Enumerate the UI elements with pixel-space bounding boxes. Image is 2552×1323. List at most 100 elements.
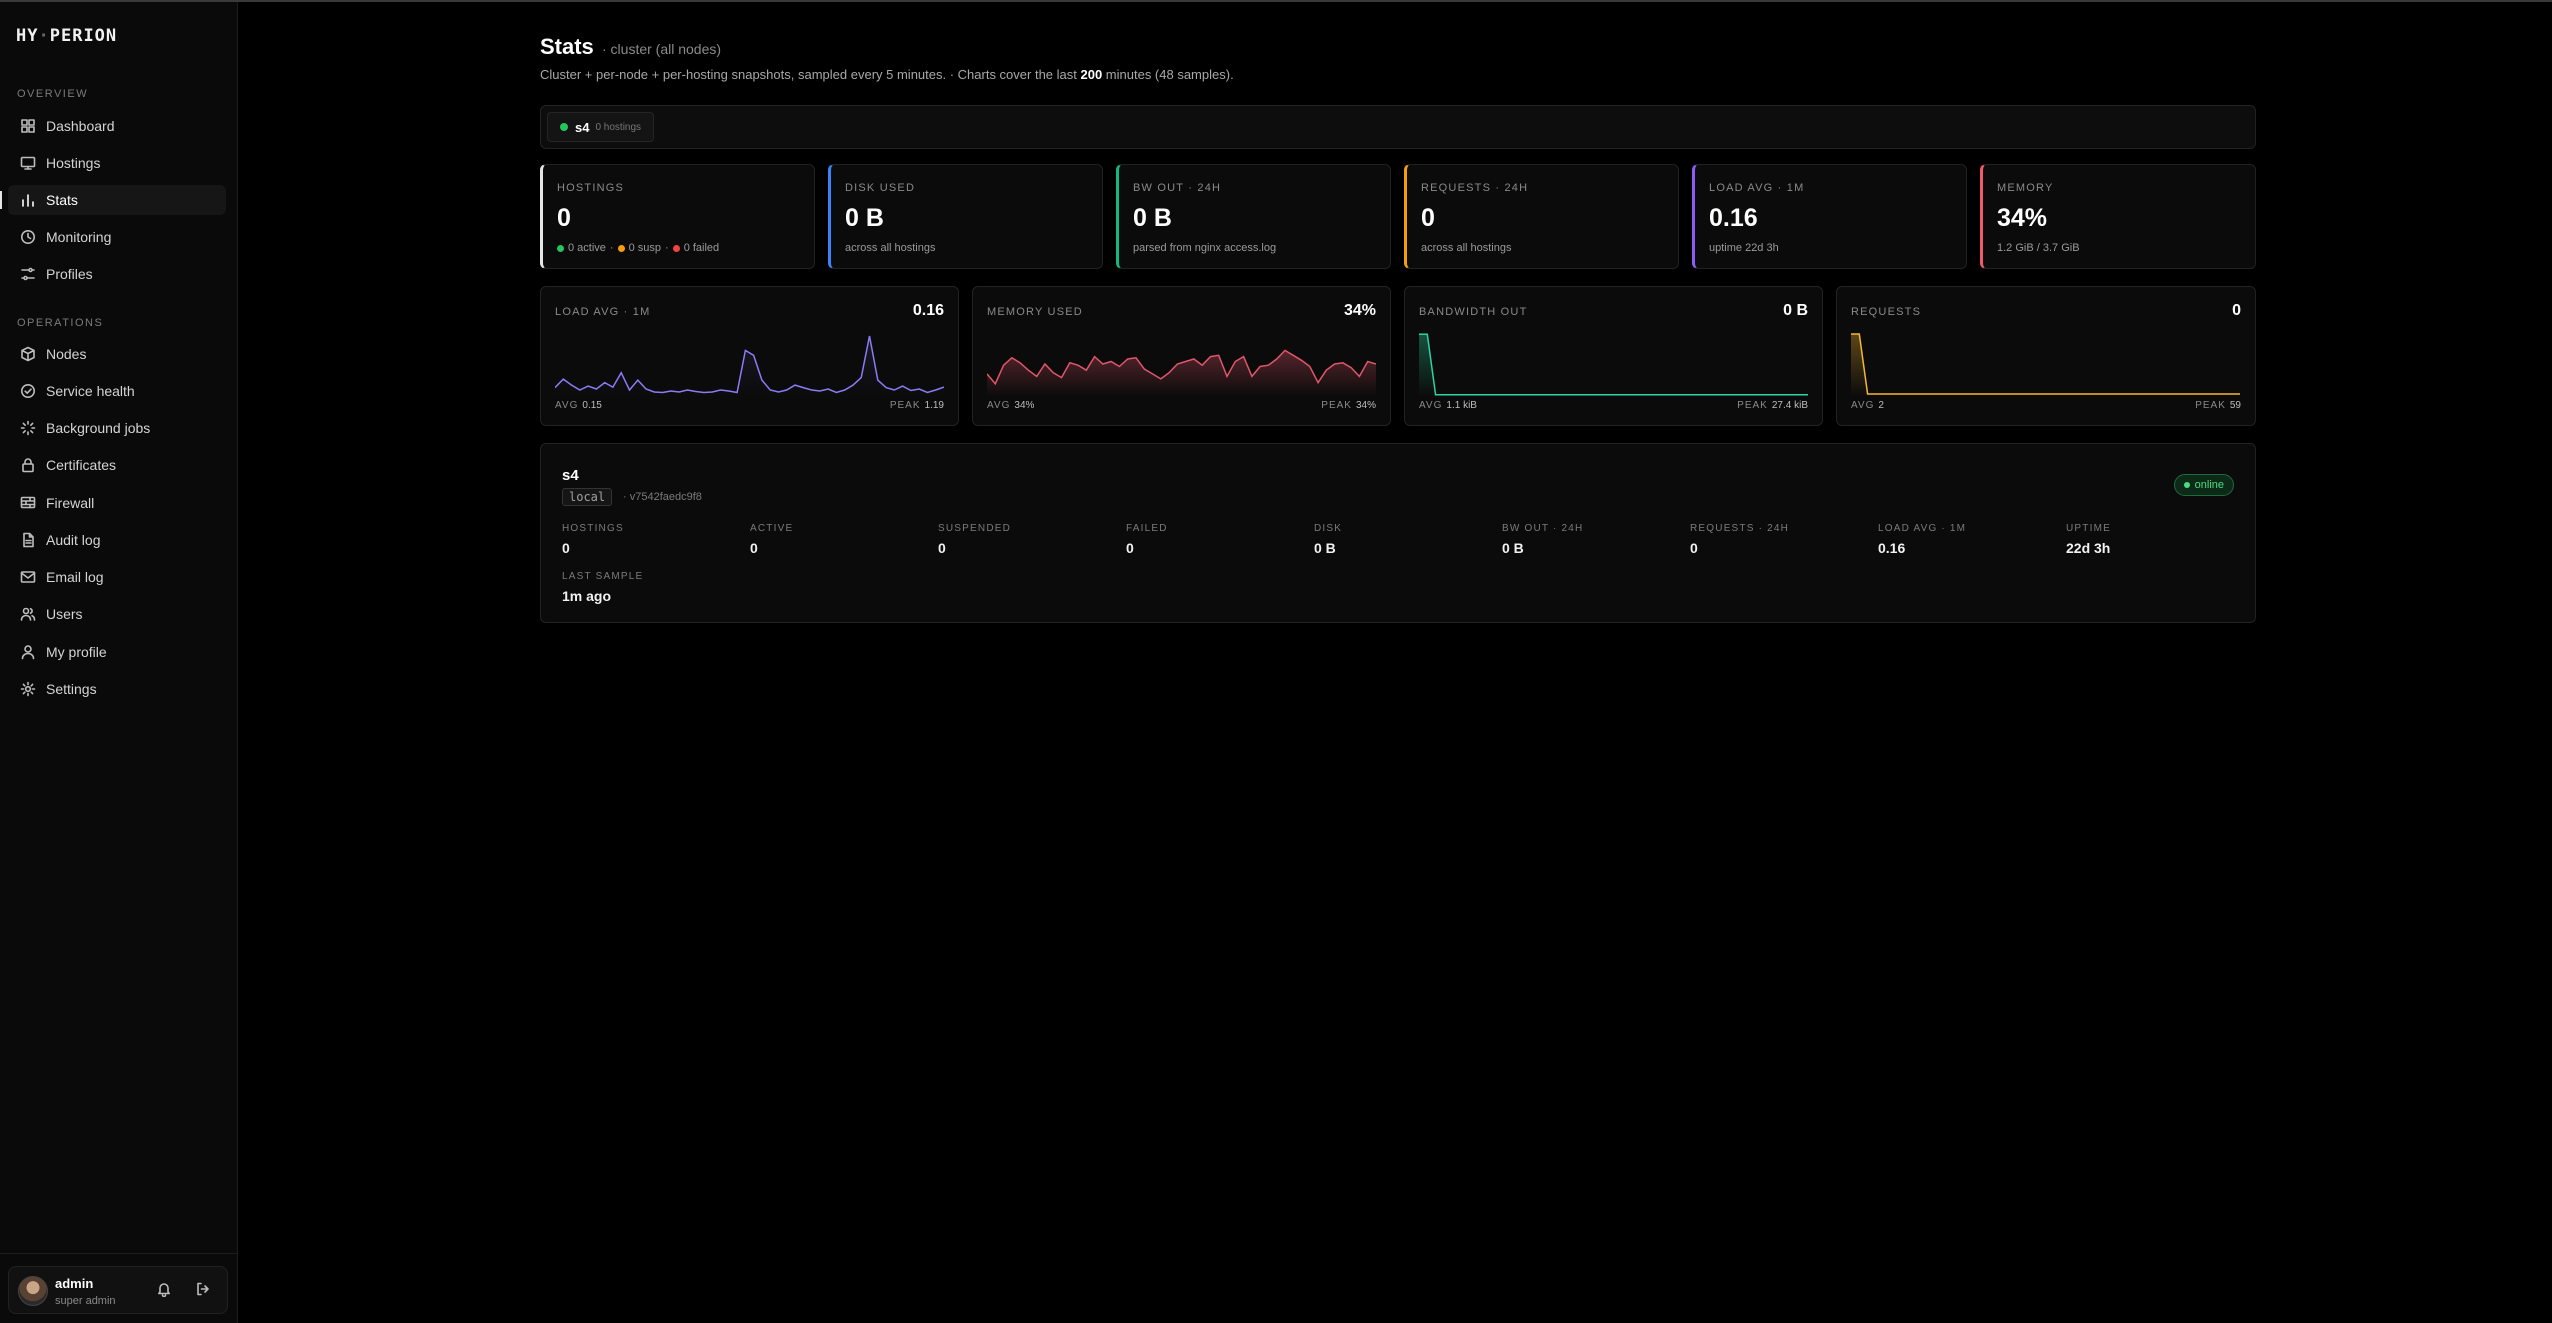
avatar[interactable] [18, 1276, 48, 1306]
chart-avg: AVG 34% [987, 400, 1035, 411]
kpi-label: REQUESTS · 24H [1421, 182, 1529, 194]
bar-chart-icon [22, 194, 34, 207]
sidebar-footer: admin super admin [0, 1253, 238, 1323]
metric-hostings: HOSTINGS 0 [562, 523, 624, 556]
chart-peak: PEAK 34% [1321, 400, 1376, 411]
chart-peak: PEAK 59 [2195, 400, 2241, 411]
chart-label: BANDWIDTH OUT [1419, 306, 1528, 318]
logout-button[interactable] [195, 1281, 215, 1301]
chart-area [1851, 334, 2240, 397]
metric-active: ACTIVE 0 [750, 523, 794, 556]
sidebar-item-email-log[interactable]: Email log [8, 562, 226, 592]
chart-label: MEMORY USED [987, 306, 1083, 318]
notifications-button[interactable] [156, 1281, 176, 1301]
kpi-sub: 1.2 GiB / 3.7 GiB [1997, 242, 2080, 254]
chart-memory-used: MEMORY USED 34% AVG 34% PEAK 34% [972, 286, 1391, 426]
chart-bandwidth-out: BANDWIDTH OUT 0 B AVG 1.1 kiB PEAK 27.4 ki… [1404, 286, 1823, 426]
user-card[interactable]: admin super admin [8, 1266, 228, 1314]
sidebar-item-label: Users [46, 606, 83, 622]
chart-requests: REQUESTS 0 AVG 2 PEAK 59 [1836, 286, 2256, 426]
node-card-s4[interactable]: s4 local · v7542faedc9f8 online HOSTINGS… [540, 443, 2256, 623]
kpi-sub: parsed from nginx access.log [1133, 242, 1277, 254]
gear-icon [20, 681, 36, 697]
metric-bw-out: BW OUT · 24H 0 B [1502, 523, 1584, 556]
node-chip-count: 0 hostings [595, 121, 642, 133]
sidebar-item-dashboard[interactable]: Dashboard [8, 111, 226, 141]
kpi-value: 0 [557, 204, 571, 232]
chart-load-avg: LOAD AVG · 1M 0.16 AVG 0.15 PEAK 1.19 [540, 286, 959, 426]
chart-plot [1851, 331, 2240, 397]
logout-icon [197, 1282, 209, 1296]
chart-area [987, 350, 1376, 397]
app-logo[interactable]: HY·PERION [16, 26, 117, 46]
sidebar-item-service-health[interactable]: Service health [8, 376, 226, 406]
sidebar-item-background-jobs[interactable]: Background jobs [8, 413, 226, 443]
sidebar-item-profiles[interactable]: Profiles [8, 259, 226, 289]
sidebar-item-label: Background jobs [46, 420, 151, 436]
sidebar-item-label: Service health [46, 383, 135, 399]
node-chip-s4[interactable]: s4 0 hostings [547, 112, 655, 142]
sidebar-item-hostings[interactable]: Hostings [8, 148, 226, 178]
node-tag: local [562, 488, 613, 506]
chart-avg: AVG 1.1 kiB [1419, 400, 1477, 411]
chart-area [1419, 334, 1808, 397]
kpi-label: BW OUT · 24H [1133, 182, 1222, 194]
page-title: Stats [540, 34, 594, 59]
clock-icon [21, 230, 35, 244]
sidebar-item-settings[interactable]: Settings [8, 674, 226, 704]
kpi-label: DISK USED [845, 182, 916, 194]
metric-requests: REQUESTS · 24H 0 [1690, 523, 1790, 556]
kpi-value: 0 B [845, 204, 884, 232]
metric-disk: DISK 0 B [1314, 523, 1343, 556]
online-dot [560, 123, 568, 131]
nav-section-operations: OPERATIONS [17, 317, 104, 329]
sidebar-item-label: Email log [46, 569, 104, 585]
kpi-requests: REQUESTS · 24H 0 across all hostings [1404, 164, 1679, 269]
sidebar-item-label: Monitoring [46, 229, 112, 245]
kpi-label: HOSTINGS [557, 182, 625, 194]
kpi-value: 0 [1421, 204, 1435, 232]
sidebar-item-monitoring[interactable]: Monitoring [8, 222, 226, 252]
chart-avg: AVG 2 [1851, 400, 1884, 411]
sliders-icon [21, 267, 35, 281]
file-text-icon [23, 532, 34, 548]
chart-plot [1419, 331, 1808, 397]
sidebar: HY·PERION OVERVIEW Dashboard Hostings St… [0, 2, 238, 1323]
sidebar-item-stats[interactable]: Stats [0, 185, 226, 215]
check-circle-icon [21, 384, 35, 398]
kpi-bw-out: BW OUT · 24H 0 B parsed from nginx acces… [1116, 164, 1391, 269]
bell-icon [158, 1283, 170, 1298]
kpi-sub: across all hostings [845, 242, 936, 254]
kpi-value: 0.16 [1709, 204, 1758, 232]
node-name: s4 [562, 467, 579, 484]
chart-value: 0 B [1783, 302, 1808, 319]
sidebar-item-nodes[interactable]: Nodes [8, 339, 226, 369]
metric-failed: FAILED 0 [1126, 523, 1168, 556]
nav-section-overview: OVERVIEW [17, 88, 89, 100]
failed-dot [672, 244, 680, 252]
sidebar-item-firewall[interactable]: Firewall [8, 488, 226, 518]
chart-peak: PEAK 1.19 [889, 400, 944, 411]
node-chip-name: s4 [575, 119, 590, 135]
kpi-sub: 0 active · 0 susp · 0 failed [557, 242, 719, 254]
chart-value: 34% [1343, 302, 1376, 319]
sidebar-item-label: Hostings [46, 155, 101, 171]
node-selector-bar: s4 0 hostings [540, 105, 2256, 149]
kpi-hostings: HOSTINGS 0 0 active · 0 susp · 0 failed [540, 164, 815, 269]
chart-label: LOAD AVG · 1M [555, 306, 651, 318]
mail-icon [20, 571, 36, 583]
monitor-icon [20, 156, 36, 170]
metric-last-sample: LAST SAMPLE 1m ago [562, 571, 644, 604]
sidebar-item-certificates[interactable]: Certificates [8, 450, 226, 480]
node-version: · v7542faedc9f8 [623, 491, 702, 503]
chart-plot [555, 331, 944, 397]
lock-icon [22, 458, 34, 473]
sidebar-item-label: Nodes [46, 346, 87, 362]
active-dot [557, 244, 564, 252]
sidebar-item-audit-log[interactable]: Audit log [8, 525, 226, 555]
suspended-dot [617, 244, 625, 252]
kpi-disk-used: DISK USED 0 B across all hostings [828, 164, 1103, 269]
sidebar-item-my-profile[interactable]: My profile [8, 637, 226, 667]
chart-peak: PEAK 27.4 kiB [1737, 400, 1808, 411]
sidebar-item-users[interactable]: Users [8, 599, 226, 629]
